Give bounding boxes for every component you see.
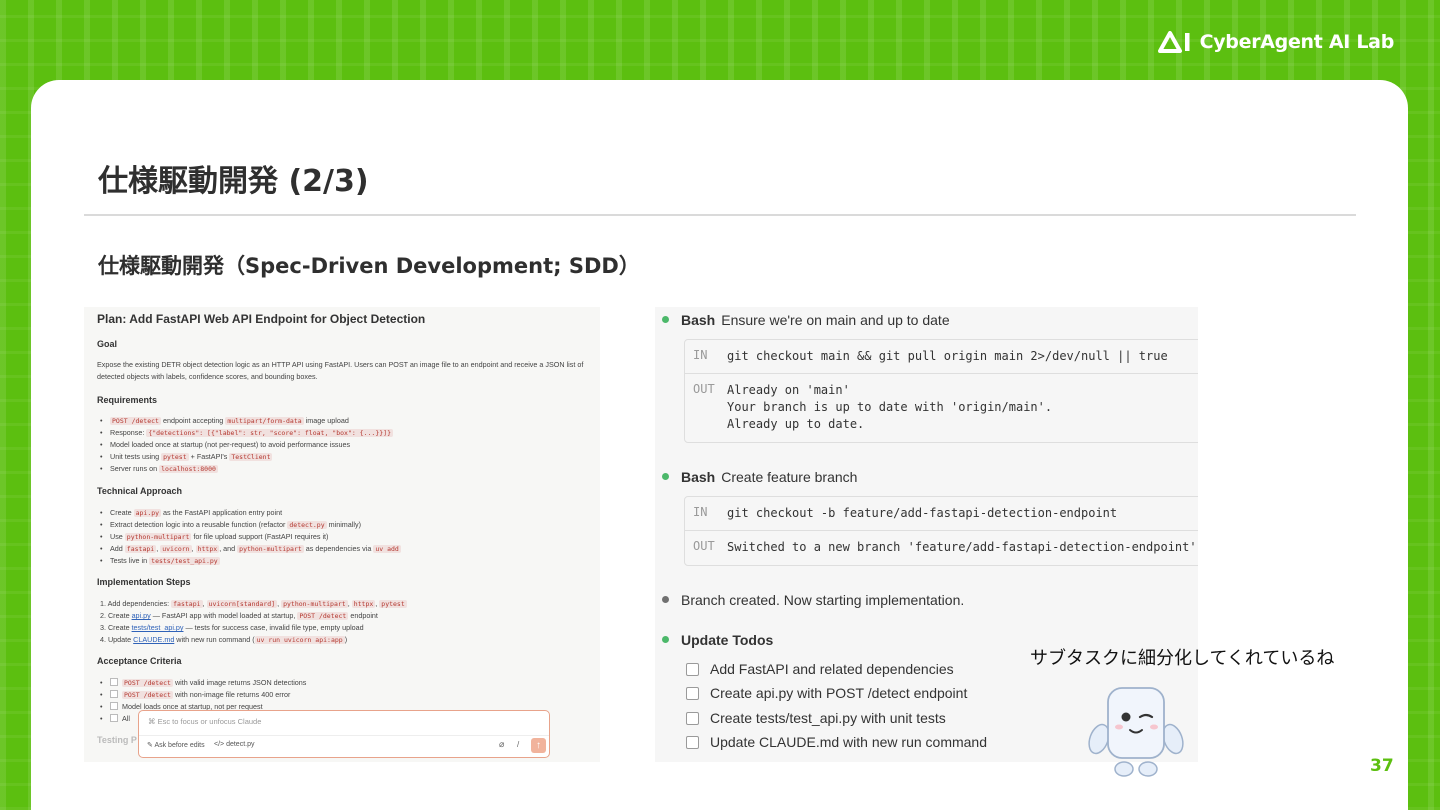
list-item: • Use python-multipart for file upload su… (100, 532, 329, 541)
code-icon: </> (214, 741, 225, 748)
acceptance-heading: Acceptance Criteria (97, 656, 182, 666)
list-item: • Add fastapi, uvicorn, httpx, and python… (100, 544, 401, 553)
arrow-up-icon: ↑ (536, 740, 541, 751)
bash-io-box-2: IN git checkout -b feature/add-fastapi-d… (684, 496, 1198, 566)
checkbox[interactable] (110, 690, 118, 698)
checkbox[interactable] (110, 714, 118, 722)
todos-header: Update Todos (662, 632, 779, 648)
todo-item: Update CLAUDE.md with new run command (686, 734, 987, 750)
todo-checkbox[interactable] (686, 663, 699, 676)
mascot-character-icon (1088, 687, 1184, 777)
command-text: git checkout main && git pull origin mai… (727, 349, 1168, 363)
steps-list: 1. Add dependencies: fastapi, uvicorn[st… (100, 598, 407, 646)
prompt-divider (139, 735, 549, 736)
list-item: • Unit tests using pytest + FastAPI's Tes… (100, 452, 273, 461)
claude-md-link[interactable]: CLAUDE.md (133, 635, 174, 644)
output-text: Already on 'main' Your branch is up to d… (727, 383, 1053, 431)
pencil-icon: ✎ (147, 742, 153, 749)
testing-heading: Testing P (97, 735, 137, 745)
plan-screenshot: Plan: Add FastAPI Web API Endpoint for O… (84, 307, 600, 762)
logo-mark-icon (1157, 31, 1192, 53)
io-row-out: OUT Already on 'main' Your branch is up … (685, 374, 1198, 442)
prompt-input-box[interactable]: ⌘ Esc to focus or unfocus Claude ✎ Ask b… (138, 710, 550, 758)
title-divider (84, 214, 1356, 216)
ask-mode-button[interactable]: ✎ Ask before edits (147, 741, 205, 749)
prompt-placeholder[interactable]: ⌘ Esc to focus or unfocus Claude (148, 717, 261, 726)
send-button[interactable]: ↑ (531, 738, 546, 753)
checkbox[interactable] (110, 702, 118, 710)
list-item: • Tests live in tests/test_api.py (100, 556, 220, 565)
api-py-link[interactable]: api.py (132, 611, 151, 620)
status-dot-icon (662, 636, 669, 643)
todo-checkbox[interactable] (686, 712, 699, 725)
list-item: • Model loaded once at startup (not per-r… (100, 440, 351, 449)
status-message: Branch created. Now starting implementat… (662, 592, 964, 608)
checkbox[interactable] (110, 678, 118, 686)
brand-logo: CyberAgent AI Lab (1157, 31, 1395, 53)
steps-heading: Implementation Steps (97, 577, 191, 587)
bash-step-1: Bash Ensure we're on main and up to date (662, 312, 950, 328)
status-dot-icon (662, 596, 669, 603)
list-item: • POST /detect with valid image returns J… (100, 678, 307, 687)
list-item: • POST /detect endpoint accepting multipa… (100, 416, 349, 425)
paperclip-icon[interactable]: ⌀ (499, 739, 504, 750)
list-item: 1. Add dependencies: fastapi, uvicorn[st… (100, 599, 407, 608)
list-item: 3. Create tests/test_api.py — tests for … (100, 623, 364, 632)
goal-text: Expose the existing DETR object detectio… (97, 360, 584, 381)
slash-command-button[interactable]: / (517, 740, 519, 749)
logo-text: CyberAgent AI Lab (1199, 31, 1395, 53)
todo-checkbox[interactable] (686, 687, 699, 700)
requirements-list: • POST /detect endpoint accepting multipa… (100, 415, 393, 475)
list-item: 2. Create api.py — FastAPI app with mode… (100, 611, 378, 620)
test-api-link[interactable]: tests/test_api.py (132, 623, 184, 632)
output-text: Switched to a new branch 'feature/add-fa… (727, 540, 1197, 554)
list-item: • Create api.py as the FastAPI applicatio… (100, 508, 283, 517)
file-context-button[interactable]: </> detect.py (214, 741, 255, 748)
list-item: • Extract detection logic into a reusable… (100, 520, 361, 529)
todo-checkbox[interactable] (686, 736, 699, 749)
todo-item: Create tests/test_api.py with unit tests (686, 710, 946, 726)
technical-heading: Technical Approach (97, 486, 183, 496)
io-row-in: IN git checkout -b feature/add-fastapi-d… (685, 497, 1198, 531)
bash-io-box-1: IN git checkout main && git pull origin … (684, 339, 1198, 443)
bash-step-2: Bash Create feature branch (662, 469, 857, 485)
list-item: • Response: {"detections": [{"label": str… (100, 428, 393, 437)
status-dot-icon (662, 473, 669, 480)
slide-subtitle: 仕様駆動開発（Spec-Driven Development; SDD） (98, 254, 640, 278)
list-item: 4. Update CLAUDE.md with new run command… (100, 635, 348, 644)
todo-item: Create api.py with POST /detect endpoint (686, 685, 967, 701)
page-title: 仕様駆動開発 (2/3) (98, 164, 369, 199)
goal-heading: Goal (97, 339, 118, 349)
todo-item: Add FastAPI and related dependencies (686, 661, 954, 677)
list-item: • Server runs on localhost:8000 (100, 464, 218, 473)
plan-title: Plan: Add FastAPI Web API Endpoint for O… (97, 312, 426, 326)
technical-list: • Create api.py as the FastAPI applicatio… (100, 507, 401, 567)
speaker-comment: サブタスクに細分化してくれているね (1030, 648, 1335, 669)
page-number: 37 (1370, 756, 1394, 776)
io-row-out: OUT Switched to a new branch 'feature/ad… (685, 531, 1198, 565)
requirements-heading: Requirements (97, 395, 158, 405)
io-row-in: IN git checkout main && git pull origin … (685, 340, 1198, 374)
list-item: • POST /detect with non-image file return… (100, 690, 291, 699)
status-dot-icon (662, 316, 669, 323)
command-text: git checkout -b feature/add-fastapi-dete… (727, 506, 1118, 520)
